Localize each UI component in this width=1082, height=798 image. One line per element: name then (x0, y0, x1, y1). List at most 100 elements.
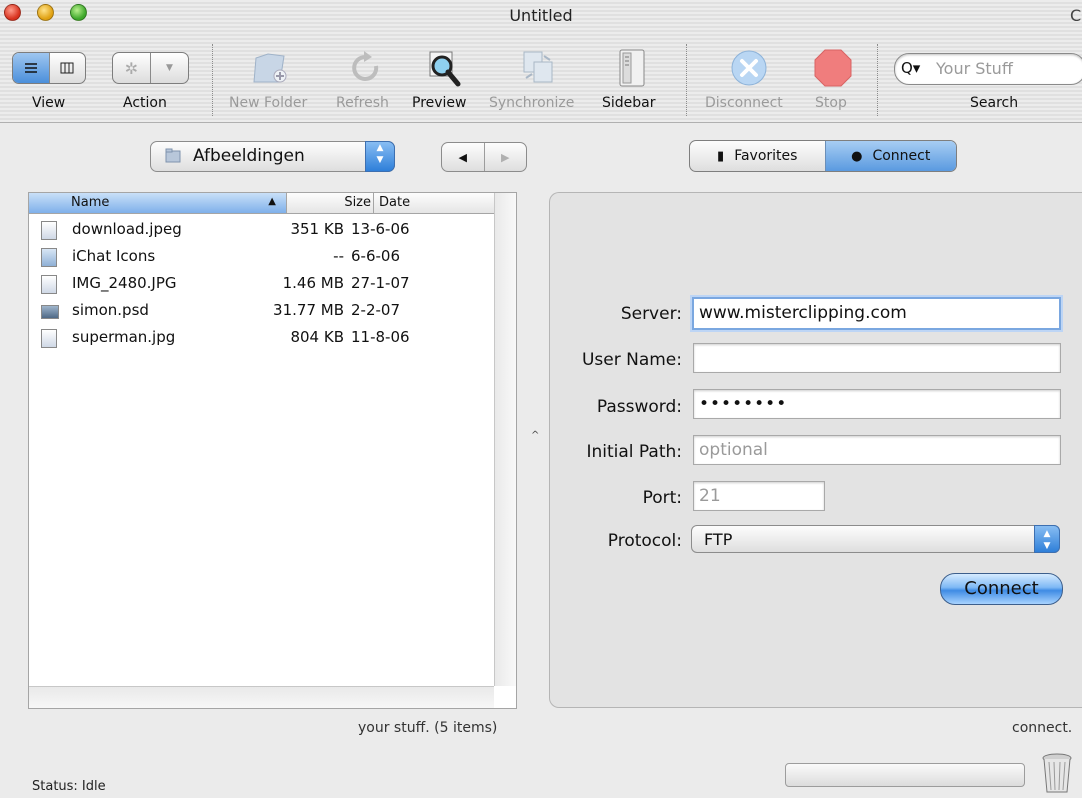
username-label: User Name: (581, 350, 682, 370)
status-text: Status: Idle (32, 779, 106, 794)
toolbar-separator (686, 44, 688, 116)
list-item[interactable]: iChat Icons -- 6-6-06 (29, 244, 494, 270)
synchronize-icon[interactable] (518, 48, 558, 88)
password-field[interactable]: •••••••• (693, 389, 1061, 419)
search-placeholder: Your Stuff (936, 59, 1013, 78)
new-folder-label: New Folder (229, 95, 308, 111)
sort-ascending-icon: ▲ (268, 196, 276, 207)
file-date: 13-6-06 (351, 220, 410, 238)
split-view-handle[interactable]: ^ (531, 430, 539, 441)
initial-path-label: Initial Path: (586, 442, 682, 462)
port-field[interactable]: 21 (693, 481, 825, 511)
globe-icon: ● (851, 148, 863, 164)
connect-button[interactable]: Connect (940, 573, 1063, 605)
file-name: IMG_2480.JPG (72, 274, 177, 292)
vertical-scrollbar[interactable] (494, 193, 516, 686)
location-label: Afbeeldingen (193, 146, 305, 166)
protocol-value: FTP (704, 530, 733, 549)
file-date: 2-2-07 (351, 301, 400, 319)
connect-status: connect. (1012, 720, 1073, 736)
file-date: 6-6-06 (351, 247, 400, 265)
view-mode-segmented[interactable] (12, 52, 86, 84)
location-popup[interactable]: Afbeeldingen ▲ ▼ (150, 141, 395, 172)
file-name: download.jpeg (72, 220, 182, 238)
trash-icon[interactable] (1041, 752, 1073, 794)
synchronize-label: Synchronize (489, 95, 575, 111)
column-header-date[interactable]: Date (374, 193, 494, 213)
action-label: Action (123, 95, 167, 111)
image-file-icon (41, 329, 57, 348)
chevron-down-icon: ▼ (150, 53, 188, 83)
tab-connect-label: Connect (872, 148, 931, 164)
bookmark-icon: ▮ (717, 148, 725, 164)
list-item[interactable]: download.jpeg 351 KB 13-6-06 (29, 217, 494, 243)
new-folder-icon[interactable] (250, 48, 290, 88)
sidebar-icon[interactable] (612, 48, 652, 88)
initial-path-field[interactable]: optional (693, 435, 1061, 465)
popup-arrows-icon: ▲ ▼ (365, 141, 395, 172)
password-label: Password: (596, 397, 682, 417)
list-item[interactable]: simon.psd 31.77 MB 2-2-07 (29, 298, 494, 324)
stop-label: Stop (815, 95, 847, 111)
folder-alias-icon (41, 248, 57, 267)
preview-label: Preview (412, 95, 467, 111)
toolbar-separator (877, 44, 879, 116)
file-size: 804 KB (290, 328, 344, 346)
window-toolbar: Untitled C View ✲ ▼ Action New Folder Re… (0, 0, 1082, 123)
search-label: Search (970, 95, 1019, 111)
tab-favorites-label: Favorites (734, 148, 798, 164)
protocol-label: Protocol: (607, 531, 682, 551)
stop-icon[interactable] (813, 48, 853, 88)
file-name: simon.psd (72, 301, 149, 319)
file-size: 1.46 MB (282, 274, 344, 292)
list-item[interactable]: superman.jpg 804 KB 11-8-06 (29, 325, 494, 351)
toolbar-toggle-button[interactable]: C (1070, 6, 1081, 25)
file-list-header: Name ▲ Size Date (29, 193, 494, 214)
port-label: Port: (642, 488, 682, 508)
refresh-label: Refresh (336, 95, 389, 111)
tab-favorites[interactable]: ▮ Favorites (690, 141, 825, 171)
panel-tabs[interactable]: ▮ Favorites ● Connect (689, 140, 957, 172)
view-label: View (32, 95, 66, 111)
file-date: 27-1-07 (351, 274, 410, 292)
image-file-icon (41, 221, 57, 240)
file-size: 351 KB (290, 220, 344, 238)
column-name-label: Name (71, 195, 110, 210)
column-date-label: Date (379, 195, 411, 210)
username-field[interactable] (693, 343, 1061, 373)
file-name: iChat Icons (72, 247, 156, 265)
tab-connect[interactable]: ● Connect (824, 141, 956, 171)
disconnect-icon[interactable] (729, 48, 769, 88)
action-menu-button[interactable]: ✲ ▼ (112, 52, 189, 84)
search-icon[interactable]: Q▾ (901, 59, 920, 77)
history-navigation[interactable]: ◀ ▶ (441, 142, 527, 172)
file-list[interactable]: Name ▲ Size Date download.jpeg 351 KB 13… (28, 192, 517, 709)
toolbar-separator (212, 44, 214, 116)
popup-arrows-icon: ▲ ▼ (1034, 525, 1060, 553)
column-header-size[interactable]: Size (287, 193, 374, 213)
forward-arrow-icon[interactable]: ▶ (483, 143, 527, 171)
file-date: 11-8-06 (351, 328, 410, 346)
file-name: superman.jpg (72, 328, 176, 346)
disconnect-label: Disconnect (705, 95, 783, 111)
image-file-icon (41, 275, 57, 294)
list-view-icon[interactable] (13, 53, 49, 83)
back-arrow-icon[interactable]: ◀ (442, 143, 484, 171)
sidebar-label: Sidebar (602, 95, 656, 111)
protocol-select[interactable]: FTP ▲ ▼ (691, 525, 1060, 553)
file-list-status: your stuff. (5 items) (358, 720, 498, 736)
list-item[interactable]: IMG_2480.JPG 1.46 MB 27-1-07 (29, 271, 494, 297)
column-size-label: Size (344, 195, 371, 210)
folder-icon (165, 148, 181, 163)
column-header-name[interactable]: Name ▲ (29, 193, 287, 213)
server-field[interactable]: www.misterclipping.com (692, 297, 1061, 330)
file-size: -- (333, 247, 344, 265)
progress-bar (785, 763, 1025, 787)
refresh-icon[interactable] (346, 48, 386, 88)
horizontal-scrollbar[interactable] (29, 686, 494, 708)
photoshop-file-icon (41, 305, 59, 319)
gear-icon: ✲ (124, 58, 139, 78)
preview-magnifier-icon[interactable] (424, 48, 464, 88)
server-label: Server: (620, 304, 682, 324)
column-view-icon[interactable] (48, 53, 86, 83)
